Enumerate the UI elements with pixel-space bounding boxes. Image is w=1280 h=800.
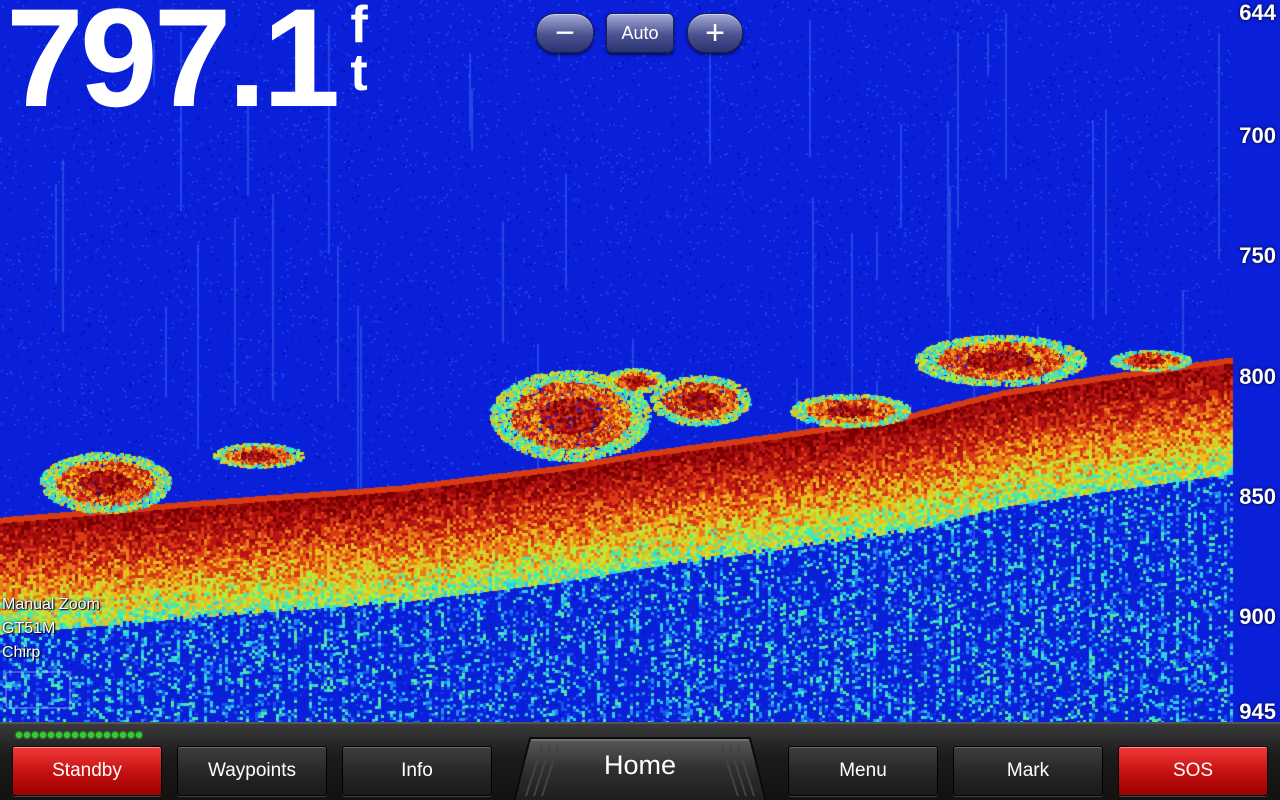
depth-scale-label: 900: [1239, 604, 1276, 629]
depth-scale-label: 750: [1239, 243, 1276, 268]
signal-dot: [104, 732, 110, 738]
status-indicator-box: [5, 671, 71, 709]
mark-button[interactable]: Mark: [953, 746, 1103, 796]
depth-value: 797.1: [6, 0, 340, 136]
sos-button[interactable]: SOS: [1118, 746, 1268, 796]
zoom-in-button[interactable]: +: [687, 13, 743, 53]
transducer-status: GT51M: [2, 620, 56, 637]
depth-scale-label: 644: [1239, 0, 1276, 25]
standby-button[interactable]: Standby: [12, 746, 162, 796]
depth-readout: 797.1 ft: [6, 0, 380, 128]
signal-dot: [96, 732, 102, 738]
signal-dot: [128, 732, 134, 738]
menu-button[interactable]: Menu: [788, 746, 938, 796]
zoom-auto-button[interactable]: Auto: [606, 13, 674, 53]
info-label: Info: [401, 760, 433, 781]
waypoints-label: Waypoints: [208, 760, 296, 781]
signal-dot: [80, 732, 86, 738]
zoom-mode-status: Manual Zoom: [2, 596, 100, 613]
signal-dot: [48, 732, 54, 738]
standby-label: Standby: [52, 760, 122, 781]
sonar-view[interactable]: 797.1 ft − Auto + 644 700 750 800 850 90…: [0, 0, 1280, 724]
signal-dot: [64, 732, 70, 738]
signal-dot: [120, 732, 126, 738]
plus-icon: +: [705, 14, 725, 52]
sos-label: SOS: [1172, 760, 1214, 781]
home-button[interactable]: Home: [512, 736, 768, 800]
zoom-out-button[interactable]: −: [536, 13, 594, 53]
signal-dot: [56, 732, 62, 738]
signal-dot: [112, 732, 118, 738]
signal-dot: [16, 732, 22, 738]
signal-dot: [40, 732, 46, 738]
sonar-screen: 797.1 ft − Auto + 644 700 750 800 850 90…: [0, 0, 1280, 800]
home-label: Home: [603, 750, 677, 780]
signal-dot: [136, 732, 142, 738]
menu-label: Menu: [839, 760, 887, 781]
signal-dot: [88, 732, 94, 738]
soft-key-bar: Standby Waypoints Info Home Menu Mark SO…: [0, 722, 1280, 800]
depth-scale-label: 800: [1239, 364, 1276, 389]
minus-icon: −: [555, 14, 575, 52]
depth-scale-label: 700: [1239, 123, 1276, 148]
depth-scale-label: 850: [1239, 484, 1276, 509]
signal-dot: [72, 732, 78, 738]
frequency-status: Chirp: [2, 644, 41, 661]
zoom-auto-label: Auto: [621, 22, 659, 43]
signal-strength-indicator: [16, 732, 142, 738]
info-button[interactable]: Info: [342, 746, 492, 796]
signal-dot: [24, 732, 30, 738]
signal-dot: [32, 732, 38, 738]
waypoints-button[interactable]: Waypoints: [177, 746, 327, 796]
depth-unit: ft: [350, 0, 368, 102]
mark-label: Mark: [1006, 760, 1050, 781]
